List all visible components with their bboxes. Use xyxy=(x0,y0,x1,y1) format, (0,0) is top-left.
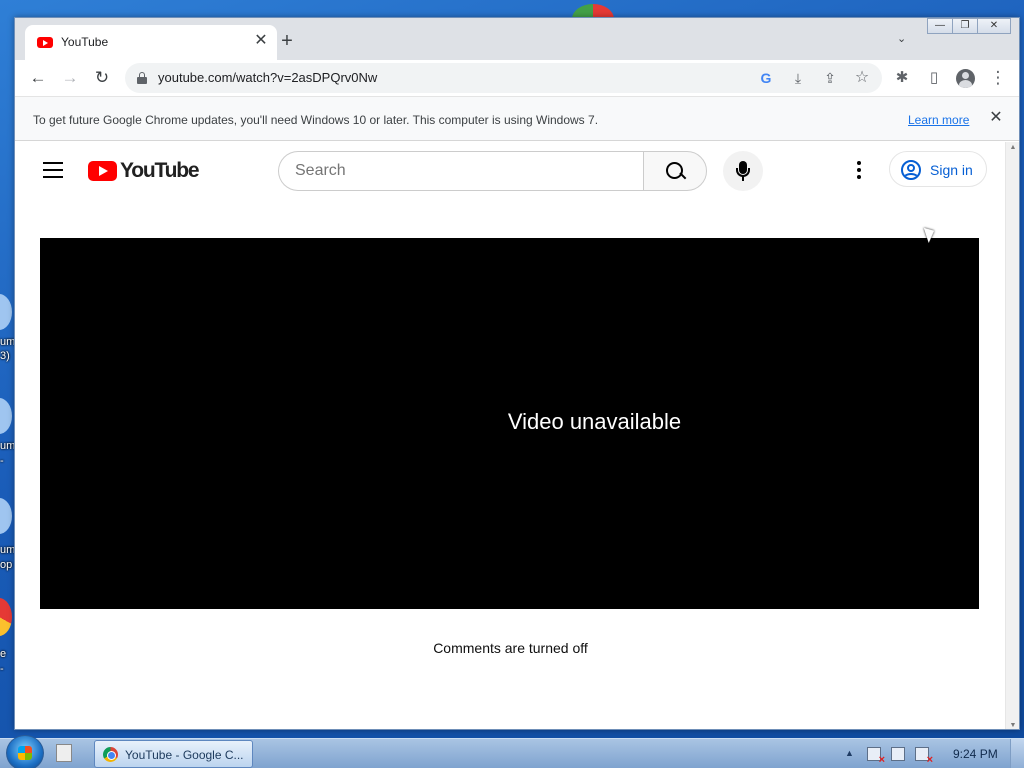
profile-avatar-icon[interactable] xyxy=(956,69,975,88)
desktop-icon-3[interactable] xyxy=(0,498,12,534)
voice-search-button[interactable] xyxy=(723,151,763,191)
forward-button[interactable]: → xyxy=(59,67,81,89)
search-button[interactable] xyxy=(643,151,707,191)
tab-close-icon[interactable]: ✕ xyxy=(253,32,269,50)
install-app-icon[interactable]: ⤓ xyxy=(789,69,807,87)
desktop-icon-label: - xyxy=(0,455,4,467)
search-input[interactable] xyxy=(295,162,625,180)
quick-launch-icon[interactable] xyxy=(56,744,72,762)
browser-toolbar: ← → ↻ youtube.com/watch?v=2asDPQrv0Nw G … xyxy=(15,60,1019,96)
video-player[interactable]: Video unavailable xyxy=(40,238,979,609)
desktop-icon-label: um xyxy=(0,440,16,452)
update-infobar: To get future Google Chrome updates, you… xyxy=(15,96,1019,141)
infobar-message: To get future Google Chrome updates, you… xyxy=(33,113,599,127)
comments-status: Comments are turned off xyxy=(433,640,588,656)
settings-more-icon[interactable] xyxy=(847,159,871,183)
window-close-button[interactable]: ✕ xyxy=(977,18,1011,34)
video-unavailable-message: Video unavailable xyxy=(507,409,682,434)
volume-muted-icon[interactable] xyxy=(915,747,933,766)
tab-search-chevron-icon[interactable]: ⌄ xyxy=(897,32,906,45)
window-controls: — ❐ ✕ xyxy=(927,18,1011,34)
youtube-play-icon xyxy=(88,161,117,181)
desktop-icon-label: um xyxy=(0,544,16,556)
extensions-puzzle-icon[interactable]: ✱ xyxy=(891,67,913,89)
back-button[interactable]: ← xyxy=(27,67,49,89)
chrome-icon xyxy=(103,747,118,762)
chrome-window: YouTube ✕ + ⌄ — ❐ ✕ ← → ↻ youtube.com/wa… xyxy=(14,17,1020,730)
network-icon[interactable] xyxy=(891,747,905,761)
taskbar-clock[interactable]: 9:24 PM xyxy=(953,747,998,761)
url-text[interactable]: youtube.com/watch?v=2asDPQrv0Nw xyxy=(158,70,377,85)
desktop-icon-label: e xyxy=(0,648,7,660)
learn-more-link[interactable]: Learn more xyxy=(908,113,969,127)
youtube-page: YouTube Sign in Video unavailable Commen… xyxy=(15,142,1007,729)
desktop-icon-4[interactable] xyxy=(0,598,12,636)
side-panel-icon[interactable]: ▯ xyxy=(923,67,945,89)
start-button[interactable] xyxy=(6,735,44,768)
desktop-icon-2[interactable] xyxy=(0,398,12,434)
search-box[interactable] xyxy=(278,151,644,191)
share-icon[interactable]: ⇪ xyxy=(821,69,839,87)
show-hidden-icons-icon[interactable]: ▲ xyxy=(845,748,854,758)
bookmark-star-icon[interactable]: ☆ xyxy=(853,69,871,87)
sign-in-button[interactable]: Sign in xyxy=(889,151,987,187)
scroll-up-arrow-icon[interactable]: ▲ xyxy=(1006,144,1019,151)
google-lens-icon[interactable]: G xyxy=(757,69,775,87)
address-bar[interactable]: youtube.com/watch?v=2asDPQrv0Nw G ⤓ ⇪ ☆ xyxy=(125,63,882,93)
restore-button[interactable]: ❐ xyxy=(952,18,978,34)
scroll-down-arrow-icon[interactable]: ▼ xyxy=(1006,722,1019,729)
show-desktop-button[interactable] xyxy=(1010,739,1024,768)
chrome-menu-icon[interactable]: ⋮ xyxy=(987,67,1009,89)
taskbar-chrome-app[interactable]: YouTube - Google C... xyxy=(94,740,253,768)
taskbar-app-label: YouTube - Google C... xyxy=(125,748,244,762)
new-tab-button[interactable]: + xyxy=(277,30,297,52)
desktop-icon-label: 3) xyxy=(0,350,10,362)
page-scrollbar[interactable]: ▲ ▼ xyxy=(1005,142,1019,729)
minimize-button[interactable]: — xyxy=(927,18,953,34)
youtube-favicon-icon xyxy=(37,37,53,48)
tab-youtube[interactable]: YouTube ✕ xyxy=(25,25,277,60)
lock-icon[interactable] xyxy=(137,72,147,84)
taskbar: YouTube - Google C... ▲ 9:24 PM xyxy=(0,735,1024,768)
guide-menu-icon[interactable] xyxy=(43,162,63,178)
action-center-flag-icon[interactable] xyxy=(867,747,885,766)
tab-strip: YouTube ✕ + ⌄ — ❐ ✕ xyxy=(15,18,1019,60)
search-icon xyxy=(666,162,686,182)
desktop-icon-label: um xyxy=(0,336,16,348)
youtube-logo-text: YouTube xyxy=(120,159,200,182)
sign-in-label: Sign in xyxy=(930,162,973,178)
desktop-icon-label: op xyxy=(0,559,13,571)
infobar-close-icon[interactable]: ✕ xyxy=(987,109,1005,127)
account-circle-icon xyxy=(901,160,921,180)
desktop-icon-1[interactable] xyxy=(0,294,12,330)
desktop-icon-label: - xyxy=(0,663,4,675)
windows-logo-icon xyxy=(18,746,32,760)
tab-title: YouTube xyxy=(61,35,109,49)
reload-button[interactable]: ↻ xyxy=(91,67,113,89)
